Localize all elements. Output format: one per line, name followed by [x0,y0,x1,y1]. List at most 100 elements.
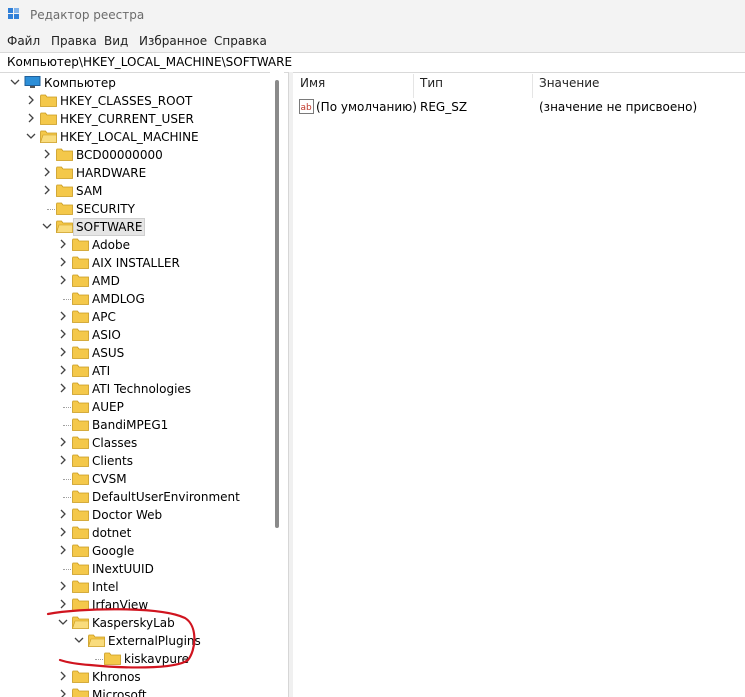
chevron-down-icon[interactable] [56,615,70,629]
column-type-header[interactable]: Тип [420,76,443,98]
tree-item[interactable]: AIX INSTALLER [0,254,270,272]
value-data: (значение не присвоено) [539,100,698,114]
tree-item[interactable]: ASUS [0,344,270,362]
folder-icon [40,112,57,125]
chevron-right-icon[interactable] [56,273,70,287]
tree-item[interactable]: SECURITY [0,200,270,218]
menu-favorites[interactable]: Избранное [139,34,207,48]
tree-item[interactable]: INextUUID [0,560,270,578]
tree-item[interactable]: Doctor Web [0,506,270,524]
tree-guide-line [63,479,71,480]
chevron-down-icon[interactable] [8,75,22,89]
tree-scrollbar-thumb[interactable] [275,80,279,528]
registry-editor-icon [8,8,22,22]
chevron-right-icon[interactable] [56,237,70,251]
tree-item[interactable]: Google [0,542,270,560]
chevron-right-icon[interactable] [56,327,70,341]
column-separator[interactable] [413,74,414,98]
chevron-right-icon[interactable] [56,435,70,449]
tree-item[interactable]: HKEY_LOCAL_MACHINE [0,128,270,146]
tree-item[interactable]: AUEP [0,398,270,416]
chevron-right-icon[interactable] [56,669,70,683]
tree-item[interactable]: dotnet [0,524,270,542]
values-list[interactable]: Имя Тип Значение ab (По умолчанию) REG_S… [293,72,745,697]
registry-tree[interactable]: Компьютер HKEY_CLASSES_ROOT HKEY_CURRENT_U… [0,72,284,697]
tree-item[interactable]: KasperskyLab [0,614,270,632]
tree-item[interactable]: AMDLOG [0,290,270,308]
tree-item[interactable]: ATI Technologies [0,380,270,398]
chevron-right-icon[interactable] [56,543,70,557]
tree-item[interactable]: HKEY_CLASSES_ROOT [0,92,270,110]
tree-item[interactable]: AMD [0,272,270,290]
menu-edit[interactable]: Правка [51,34,97,48]
computer-icon [24,76,41,89]
column-separator[interactable] [532,74,533,98]
tree-item-label: ASUS [92,346,125,360]
menu-file[interactable]: Файл [7,34,40,48]
column-name-header[interactable]: Имя [300,76,325,98]
tree-item[interactable]: CVSM [0,470,270,488]
chevron-right-icon[interactable] [24,93,38,107]
tree-item[interactable]: Adobe [0,236,270,254]
chevron-right-icon[interactable] [56,507,70,521]
folder-icon [72,292,89,305]
tree-item[interactable]: Clients [0,452,270,470]
tree-item[interactable]: SAM [0,182,270,200]
tree-item-label: AMD [92,274,120,288]
menu-view[interactable]: Вид [104,34,128,48]
menu-help[interactable]: Справка [214,34,267,48]
chevron-right-icon[interactable] [40,183,54,197]
tree-item[interactable]: BandiMPEG1 [0,416,270,434]
tree-item[interactable]: Khronos [0,668,270,686]
chevron-right-icon[interactable] [56,453,70,467]
tree-item-label: ExternalPlugins [108,634,201,648]
tree-item[interactable]: HARDWARE [0,164,270,182]
chevron-right-icon[interactable] [56,255,70,269]
tree-item[interactable]: DefaultUserEnvironment [0,488,270,506]
tree-item-label: AUEP [92,400,124,414]
tree-item[interactable]: SOFTWARE [0,218,270,236]
chevron-right-icon[interactable] [56,309,70,323]
chevron-right-icon[interactable] [56,363,70,377]
tree-item[interactable]: ExternalPlugins [0,632,270,650]
chevron-right-icon[interactable] [56,381,70,395]
folder-icon [72,256,89,269]
tree-item[interactable]: BCD00000000 [0,146,270,164]
tree-scrollbar[interactable] [270,72,284,697]
chevron-right-icon[interactable] [40,147,54,161]
chevron-right-icon[interactable] [56,525,70,539]
address-bar[interactable]: Компьютер\HKEY_LOCAL_MACHINE\SOFTWARE [0,52,745,73]
tree-item[interactable]: Компьютер [0,74,270,92]
tree-item[interactable]: IrfanView [0,596,270,614]
chevron-right-icon[interactable] [56,345,70,359]
svg-text:ab: ab [301,103,313,113]
tree-item[interactable]: ASIO [0,326,270,344]
chevron-down-icon[interactable] [40,219,54,233]
chevron-right-icon[interactable] [56,579,70,593]
folder-icon [56,184,73,197]
tree-item[interactable]: kiskavpure [0,650,270,668]
column-value-header[interactable]: Значение [539,76,599,98]
tree-item[interactable]: HKEY_CURRENT_USER [0,110,270,128]
tree-item-label: SAM [76,184,103,198]
chevron-right-icon[interactable] [24,111,38,125]
tree-item[interactable]: Intel [0,578,270,596]
tree-item-label: dotnet [92,526,132,540]
tree-item-label: APC [92,310,116,324]
folder-icon [72,508,89,521]
address-path[interactable]: Компьютер\HKEY_LOCAL_MACHINE\SOFTWARE [7,55,292,69]
folder-icon [56,202,73,215]
tree-item-label: Intel [92,580,119,594]
tree-item[interactable]: APC [0,308,270,326]
tree-item[interactable]: ATI [0,362,270,380]
tree-guide-line [63,407,71,408]
chevron-down-icon[interactable] [24,129,38,143]
tree-item[interactable]: Microsoft [0,686,270,697]
chevron-down-icon[interactable] [72,633,86,647]
chevron-right-icon[interactable] [56,687,70,697]
folder-open-icon [40,130,57,143]
chevron-right-icon[interactable] [40,165,54,179]
chevron-right-icon[interactable] [56,597,70,611]
tree-item[interactable]: Classes [0,434,270,452]
tree-guide-line [63,425,71,426]
